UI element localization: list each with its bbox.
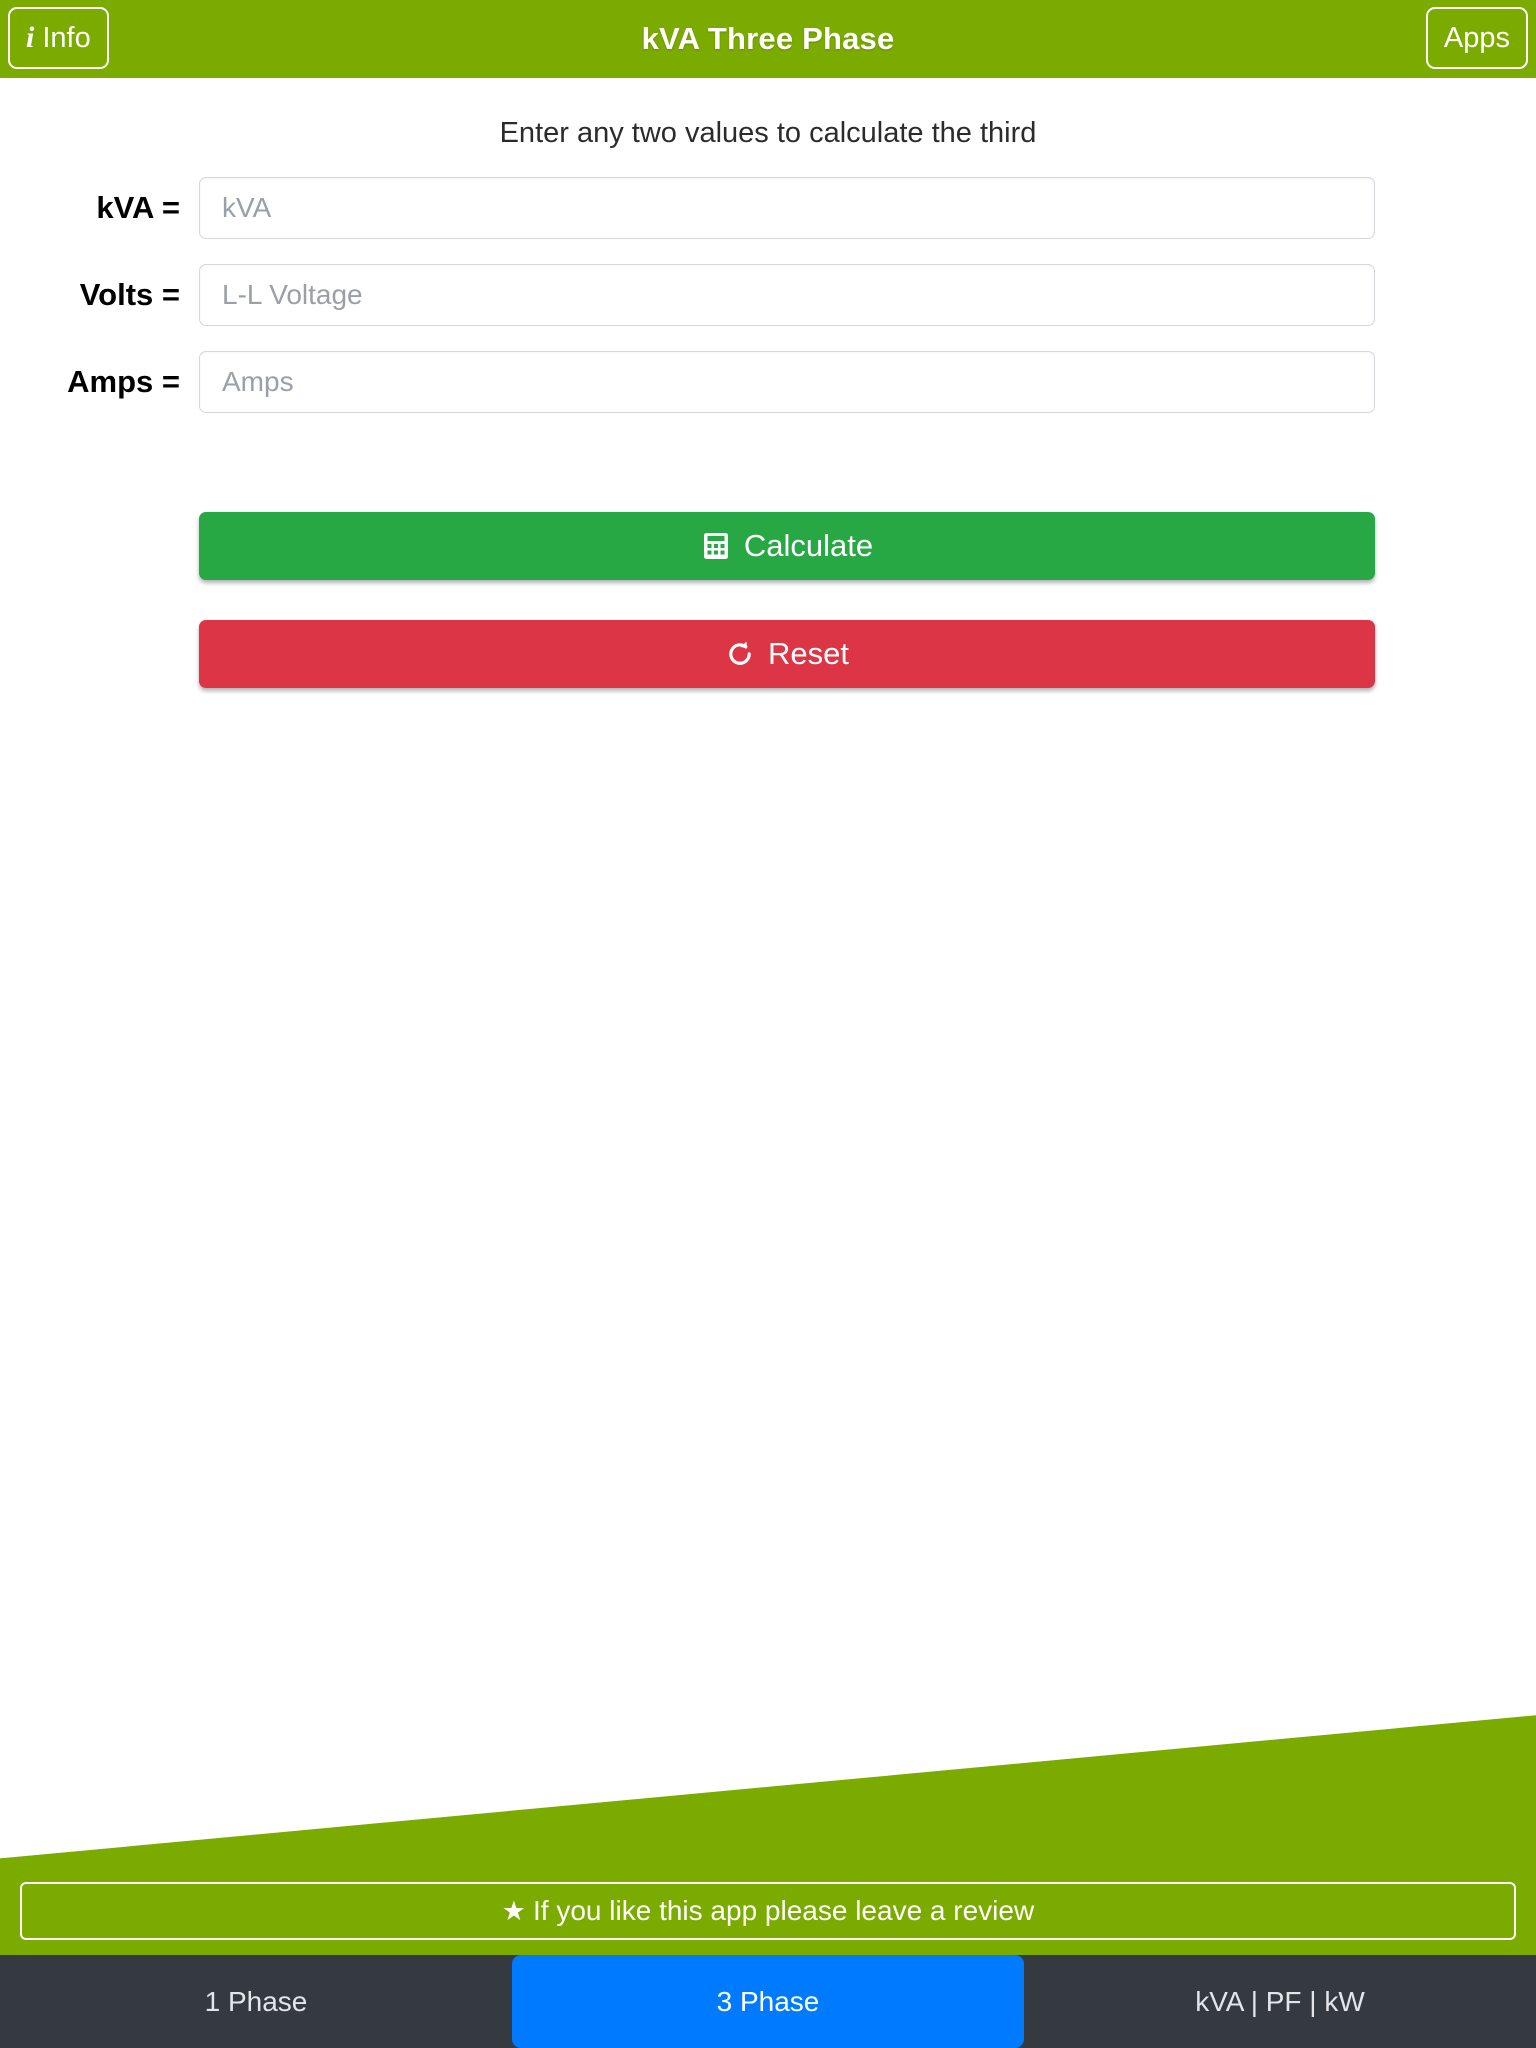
leave-review-button[interactable]: ★ If you like this app please leave a re…: [20, 1882, 1516, 1940]
leave-review-label: If you like this app please leave a revi…: [533, 1895, 1035, 1926]
app-root: i Info kVA Three Phase Apps Enter any tw…: [0, 0, 1536, 2048]
calculator-form: kVA = Volts = Amps =: [0, 177, 1536, 438]
tab-3-phase[interactable]: 3 Phase: [512, 1955, 1024, 2048]
kva-input[interactable]: [199, 177, 1375, 239]
calculator-icon: [701, 531, 731, 561]
volts-input[interactable]: [199, 264, 1375, 326]
app-header: i Info kVA Three Phase Apps: [0, 0, 1536, 78]
info-button-label: Info: [42, 21, 91, 54]
apps-button[interactable]: Apps: [1425, 7, 1528, 69]
info-button[interactable]: i Info: [8, 7, 109, 69]
refresh-circular-arrow-icon: [725, 639, 755, 669]
star-icon: ★: [501, 1895, 527, 1926]
apps-button-label: Apps: [1443, 21, 1510, 54]
kva-label: kVA =: [96, 190, 180, 225]
amps-label: Amps =: [67, 364, 180, 399]
tab-1-phase[interactable]: 1 Phase: [0, 1959, 512, 2044]
calculate-button[interactable]: Calculate: [199, 512, 1375, 580]
field-row-amps: Amps =: [0, 351, 1536, 413]
amps-input[interactable]: [199, 351, 1375, 413]
volts-label: Volts =: [79, 277, 180, 312]
field-row-volts: Volts =: [0, 264, 1536, 326]
instruction-text: Enter any two values to calculate the th…: [499, 117, 1037, 149]
tab-kva-pf-kw[interactable]: kVA | PF | kW: [1024, 1959, 1536, 2044]
info-icon: i: [26, 21, 35, 54]
page-title: kVA Three Phase: [641, 21, 895, 56]
reset-button[interactable]: Reset: [199, 620, 1375, 688]
bottom-tab-bar: 1 Phase 3 Phase kVA | PF | kW: [0, 1955, 1536, 2048]
calculate-button-label: Calculate: [743, 528, 874, 563]
field-row-kva: kVA =: [0, 177, 1536, 239]
reset-button-label: Reset: [768, 636, 849, 671]
